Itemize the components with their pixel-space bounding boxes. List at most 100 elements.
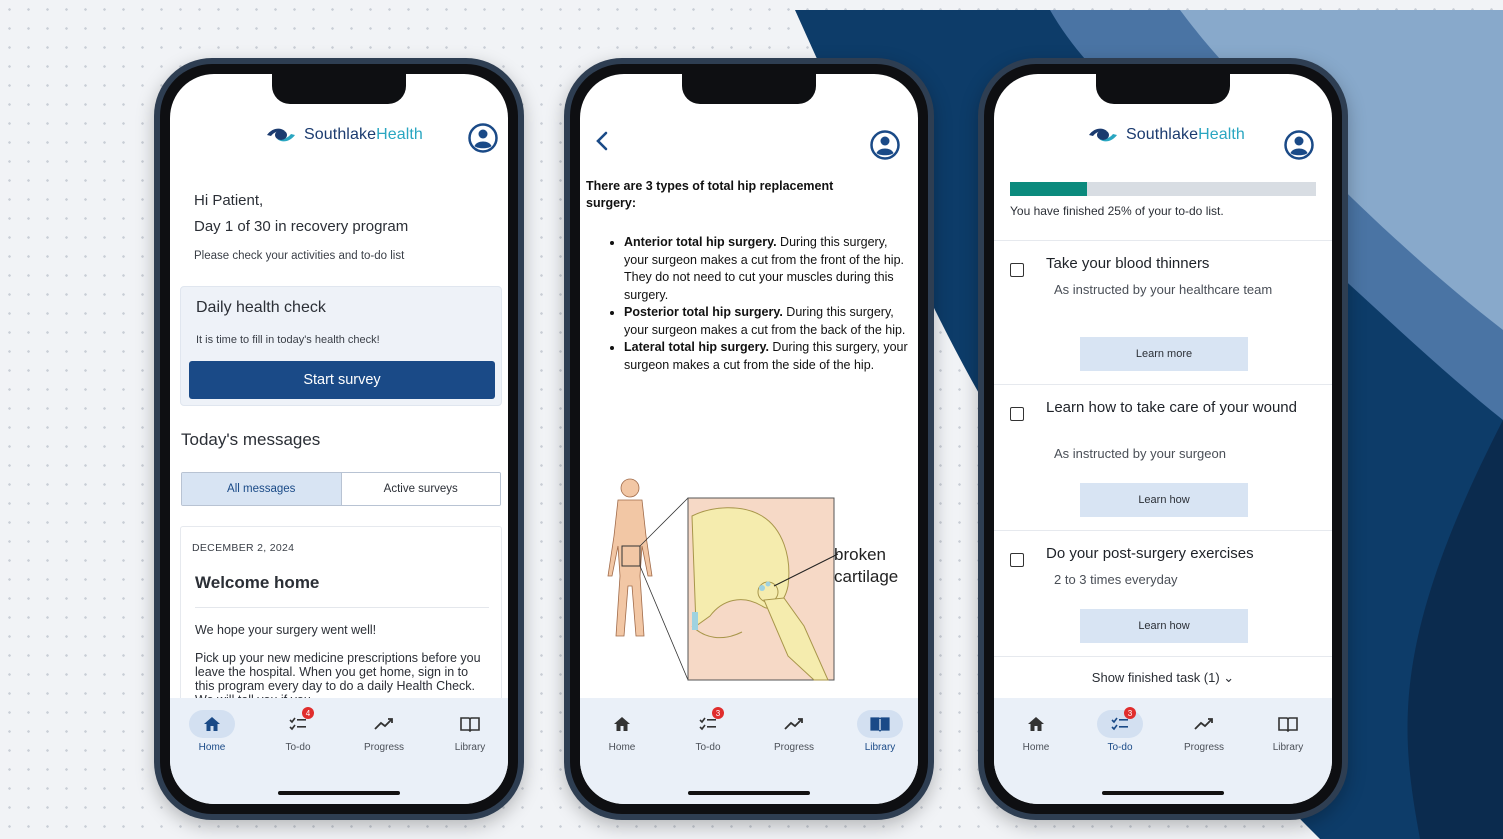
program-day-text: Day 1 of 30 in recovery program — [194, 218, 409, 235]
show-finished-toggle[interactable]: Show finished task (1) ⌄ — [994, 670, 1332, 686]
nav-progress-label: Progress — [363, 742, 404, 753]
book-icon — [1278, 717, 1298, 732]
nav-progress[interactable]: Progress — [756, 710, 832, 753]
learn-how-button[interactable]: Learn how — [1080, 483, 1248, 517]
home-screen: SouthlakeHealth Hi Patient, Day 1 of 30 … — [170, 74, 508, 804]
nav-todo-label: To-do — [1107, 742, 1133, 753]
todo-checkbox[interactable] — [1010, 407, 1024, 421]
nav-todo[interactable]: 3 To-do — [670, 707, 746, 753]
message-filter-tabs: All messages Active surveys — [181, 472, 501, 506]
nav-library[interactable]: Library — [432, 710, 508, 753]
todo-subtitle: As instructed by your surgeon — [1054, 446, 1226, 461]
nav-home[interactable]: Home — [998, 710, 1074, 753]
todo-title: Do your post-surgery exercises — [1046, 545, 1254, 562]
nav-library-label: Library — [864, 742, 896, 753]
todo-progress-fill — [1010, 182, 1087, 196]
instruction-text: Please check your activities and to-do l… — [194, 250, 405, 262]
nav-home[interactable]: Home — [174, 710, 250, 753]
bottom-nav: Home 3 To-do Progress Library — [994, 698, 1332, 804]
back-arrow-icon[interactable] — [592, 130, 614, 152]
todo-subtitle: 2 to 3 times everyday — [1054, 572, 1178, 587]
southlake-logo-icon — [1089, 128, 1117, 142]
progress-text: You have finished 25% of your to-do list… — [1010, 204, 1224, 218]
nav-progress[interactable]: Progress — [1166, 710, 1242, 753]
todo-badge: 3 — [712, 707, 724, 719]
todo-title: Learn how to take care of your wound — [1046, 399, 1297, 416]
brand-name: SouthlakeHealth — [304, 126, 423, 143]
nav-home-label: Home — [198, 742, 226, 753]
nav-library-label: Library — [454, 742, 486, 753]
daily-health-check-card: Daily health check It is time to fill in… — [180, 286, 502, 406]
home-icon — [614, 717, 630, 731]
health-check-subtitle: It is time to fill in today's health che… — [196, 334, 380, 346]
profile-icon[interactable] — [870, 130, 900, 160]
tab-active-surveys[interactable]: Active surveys — [341, 473, 500, 505]
home-indicator — [688, 791, 810, 795]
nav-progress-label: Progress — [1183, 742, 1224, 753]
book-icon — [870, 717, 890, 732]
nav-home[interactable]: Home — [584, 710, 660, 753]
brand-name: SouthlakeHealth — [1126, 126, 1245, 143]
progress-chart-icon — [374, 718, 393, 730]
bottom-nav: Home 4 To-do Progress Library — [170, 698, 508, 804]
greeting-text: Hi Patient, — [194, 192, 264, 209]
profile-icon[interactable] — [1284, 130, 1314, 160]
nav-todo-label: To-do — [695, 742, 721, 753]
todays-messages-heading: Today's messages — [181, 430, 321, 449]
nav-todo-label: To-do — [285, 742, 311, 753]
message-line-1: We hope your surgery went well! — [195, 623, 377, 637]
todo-badge: 4 — [302, 707, 314, 719]
nav-todo[interactable]: 3 To-do — [1082, 707, 1158, 753]
tab-all-messages[interactable]: All messages — [182, 473, 342, 505]
figure-label: broken cartilage — [834, 545, 899, 586]
nav-library[interactable]: Library — [842, 710, 918, 753]
nav-progress-label: Progress — [773, 742, 814, 753]
brand-logo: SouthlakeHealth — [1088, 126, 1245, 144]
nav-progress[interactable]: Progress — [346, 710, 422, 753]
phone-todo-screen: SouthlakeHealth You have finished 25% of… — [978, 58, 1348, 820]
todo-title: Take your blood thinners — [1046, 255, 1210, 272]
phone-notch — [272, 74, 406, 104]
library-article-screen: There are 3 types of total hip replaceme… — [580, 74, 918, 804]
progress-chart-icon — [1194, 718, 1213, 730]
phone-library-screen: There are 3 types of total hip replaceme… — [564, 58, 934, 820]
learn-how-button[interactable]: Learn how — [1080, 609, 1248, 643]
nav-library[interactable]: Library — [1250, 710, 1326, 753]
list-item: Lateral total hip surgery. During this s… — [624, 339, 914, 374]
home-indicator — [1102, 791, 1224, 795]
book-icon — [460, 717, 480, 732]
todo-progress-bar — [1010, 182, 1316, 196]
nav-todo[interactable]: 4 To-do — [260, 707, 336, 753]
list-item: Posterior total hip surgery. During this… — [624, 304, 914, 339]
home-icon — [1028, 717, 1044, 731]
progress-chart-icon — [784, 718, 803, 730]
profile-icon[interactable] — [468, 123, 498, 153]
todo-item: Take your blood thinners As instructed b… — [994, 240, 1332, 384]
learn-more-button[interactable]: Learn more — [1080, 337, 1248, 371]
divider — [994, 656, 1332, 657]
home-icon — [204, 717, 220, 731]
phone-notch — [1096, 74, 1230, 104]
health-check-title: Daily health check — [196, 299, 326, 316]
nav-library-label: Library — [1272, 742, 1304, 753]
todo-item: Do your post-surgery exercises 2 to 3 ti… — [994, 530, 1332, 656]
start-survey-button[interactable]: Start survey — [189, 361, 495, 399]
bottom-nav: Home 3 To-do Progress Library — [580, 698, 918, 804]
southlake-logo-icon — [267, 128, 295, 142]
nav-home-label: Home — [1022, 742, 1050, 753]
article-intro: There are 3 types of total hip replaceme… — [586, 179, 834, 210]
message-card[interactable]: DECEMBER 2, 2024 Welcome home We hope yo… — [180, 526, 502, 726]
divider — [195, 607, 489, 608]
brand-logo: SouthlakeHealth — [266, 126, 423, 144]
surgery-types-list: Anterior total hip surgery. During this … — [624, 234, 914, 374]
phone-notch — [682, 74, 816, 104]
list-item: Anterior total hip surgery. During this … — [624, 234, 914, 304]
todo-checkbox[interactable] — [1010, 263, 1024, 277]
message-title: Welcome home — [195, 573, 320, 592]
phone-home-screen: SouthlakeHealth Hi Patient, Day 1 of 30 … — [154, 58, 524, 820]
todo-checkbox[interactable] — [1010, 553, 1024, 567]
todo-subtitle: As instructed by your healthcare team — [1054, 282, 1273, 297]
todo-screen: SouthlakeHealth You have finished 25% of… — [994, 74, 1332, 804]
todo-item: Learn how to take care of your wound As … — [994, 384, 1332, 530]
message-date: DECEMBER 2, 2024 — [192, 542, 295, 554]
